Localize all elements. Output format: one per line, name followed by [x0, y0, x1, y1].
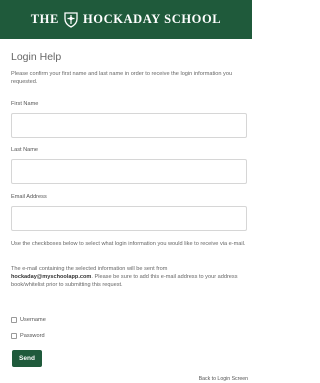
- username-checkbox[interactable]: [11, 317, 17, 323]
- intro-text: Please confirm your first name and last …: [11, 71, 233, 86]
- first-name-label: First Name: [11, 101, 39, 107]
- sender-address: hockaday@myschoolapp.com: [11, 274, 92, 281]
- email-note-before: The e-mail containing the selected infor…: [11, 266, 168, 272]
- password-checkbox[interactable]: [11, 333, 17, 339]
- username-option[interactable]: Username: [11, 317, 46, 323]
- page-title: Login Help: [11, 51, 62, 63]
- password-option-label: Password: [20, 333, 45, 339]
- email-field[interactable]: [11, 206, 247, 231]
- school-crest-icon: [63, 11, 79, 28]
- send-button[interactable]: Send: [12, 350, 42, 367]
- first-name-field[interactable]: [11, 113, 247, 138]
- last-name-field[interactable]: [11, 159, 247, 184]
- email-label: Email Address: [11, 194, 47, 200]
- back-to-login-link[interactable]: Back to Login Screen: [199, 376, 248, 382]
- last-name-label: Last Name: [11, 147, 39, 153]
- brand-name: HOCKADAY SCHOOL: [82, 12, 222, 26]
- site-header: THE HOCKADAY SCHOOL: [0, 0, 252, 39]
- school-logo: THE HOCKADAY SCHOOL: [31, 11, 222, 28]
- username-option-label: Username: [20, 317, 46, 323]
- password-option[interactable]: Password: [11, 333, 45, 339]
- brand-the: THE: [30, 12, 59, 26]
- email-note: The e-mail containing the selected infor…: [11, 265, 247, 290]
- checkbox-instructions: Use the checkboxes below to select what …: [11, 241, 246, 247]
